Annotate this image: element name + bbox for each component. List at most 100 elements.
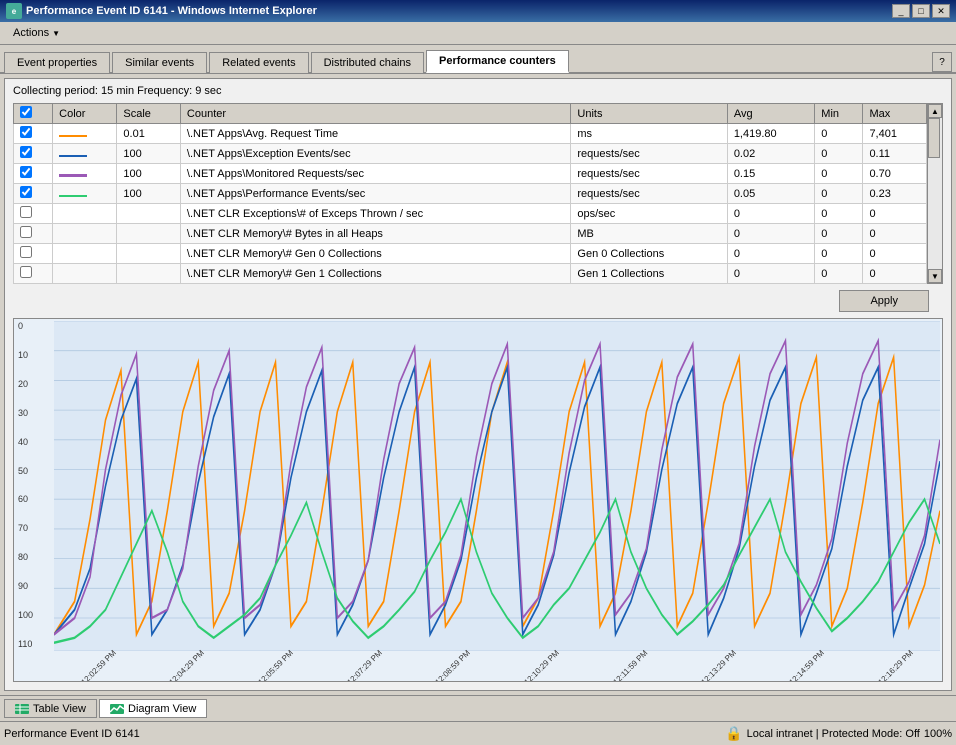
x-axis-label: 12:10:29 PM (522, 648, 560, 682)
security-icon: 🔒 (725, 725, 742, 742)
col-header-scale: Scale (117, 104, 181, 124)
counter-table: Color Scale Counter Units Avg Min Max 0.… (13, 103, 927, 284)
table-row: 100\.NET Apps\Exception Events/secreques… (14, 144, 927, 164)
row-checkbox-4[interactable] (20, 206, 32, 218)
scrollbar-thumb[interactable] (928, 118, 940, 158)
cell-avg-5: 0 (727, 224, 814, 244)
cell-max-2: 0.70 (863, 164, 927, 184)
row-checkbox-7[interactable] (20, 266, 32, 278)
table-row: 100\.NET Apps\Performance Events/secrequ… (14, 184, 927, 204)
close-button[interactable]: ✕ (932, 4, 950, 18)
cell-max-1: 0.11 (863, 144, 927, 164)
tab-event-properties[interactable]: Event properties (4, 52, 110, 73)
cell-avg-7: 0 (727, 264, 814, 284)
collecting-period: Collecting period: 15 min Frequency: 9 s… (5, 79, 951, 103)
color-swatch-3 (59, 195, 87, 197)
y-axis-label: 100 (18, 610, 50, 620)
table-row: 0.01\.NET Apps\Avg. Request Timems1,419.… (14, 124, 927, 144)
select-all-checkbox[interactable] (20, 106, 32, 118)
toolbar: Actions ▼ (0, 22, 956, 45)
table-row: 100\.NET Apps\Monitored Requests/secrequ… (14, 164, 927, 184)
apply-button[interactable]: Apply (839, 290, 929, 312)
cell-units-4: ops/sec (571, 204, 727, 224)
cell-scale-5 (117, 224, 181, 244)
window-controls[interactable]: _ □ ✕ (892, 4, 950, 18)
app-icon: e (6, 3, 22, 19)
title-bar: e Performance Event ID 6141 - Windows In… (0, 0, 956, 22)
row-checkbox-0[interactable] (20, 126, 32, 138)
tab-similar-events[interactable]: Similar events (112, 52, 207, 73)
cell-units-7: Gen 1 Collections (571, 264, 727, 284)
cell-avg-1: 0.02 (727, 144, 814, 164)
actions-button[interactable]: Actions ▼ (4, 24, 69, 42)
tab-event-properties-label: Event properties (17, 57, 97, 69)
chart-x-labels: 12:02:59 PM12:04:29 PM12:05:59 PM12:07:2… (54, 653, 940, 681)
tab-performance-counters-label: Performance counters (439, 55, 556, 67)
cell-max-5: 0 (863, 224, 927, 244)
x-axis-label: 12:07:29 PM (345, 648, 383, 682)
cell-units-6: Gen 0 Collections (571, 244, 727, 264)
tab-related-events[interactable]: Related events (209, 52, 308, 73)
cell-min-0: 0 (815, 124, 863, 144)
x-axis-label: 12:04:29 PM (168, 648, 206, 682)
row-checkbox-5[interactable] (20, 226, 32, 238)
y-axis-label: 10 (18, 350, 50, 360)
col-header-check (14, 104, 53, 124)
maximize-button[interactable]: □ (912, 4, 930, 18)
status-right: 🔒 Local intranet | Protected Mode: Off 1… (725, 725, 952, 742)
cell-avg-0: 1,419.80 (727, 124, 814, 144)
zoom-level: 100% (924, 728, 952, 740)
table-row: \.NET CLR Memory\# Gen 1 CollectionsGen … (14, 264, 927, 284)
x-axis-label: 12:13:29 PM (699, 648, 737, 682)
row-checkbox-2[interactable] (20, 166, 32, 178)
y-axis-label: 90 (18, 581, 50, 591)
cell-max-3: 0.23 (863, 184, 927, 204)
cell-max-4: 0 (863, 204, 927, 224)
cell-min-5: 0 (815, 224, 863, 244)
bottom-tab-diagram-view[interactable]: Diagram View (99, 699, 207, 718)
cell-min-7: 0 (815, 264, 863, 284)
x-axis-label: 12:11:59 PM (611, 648, 649, 682)
actions-label: Actions (13, 27, 49, 39)
tab-distributed-chains-label: Distributed chains (324, 57, 411, 69)
x-axis-label: 12:05:59 PM (256, 648, 294, 682)
y-axis-label: 50 (18, 466, 50, 476)
col-header-min: Min (815, 104, 863, 124)
table-wrapper: Color Scale Counter Units Avg Min Max 0.… (13, 103, 943, 284)
cell-max-7: 0 (863, 264, 927, 284)
help-button[interactable]: ? (932, 52, 952, 72)
y-axis-label: 20 (18, 379, 50, 389)
cell-scale-7 (117, 264, 181, 284)
cell-units-3: requests/sec (571, 184, 727, 204)
cell-scale-6 (117, 244, 181, 264)
table-scrollbar: ▲ ▼ (927, 103, 943, 284)
row-checkbox-1[interactable] (20, 146, 32, 158)
cell-min-1: 0 (815, 144, 863, 164)
table-row: \.NET CLR Memory\# Bytes in all HeapsMB0… (14, 224, 927, 244)
cell-units-0: ms (571, 124, 727, 144)
bottom-tab-table-view[interactable]: Table View (4, 699, 97, 718)
cell-counter-1: \.NET Apps\Exception Events/sec (180, 144, 570, 164)
tab-performance-counters[interactable]: Performance counters (426, 50, 569, 73)
x-axis-label: 12:14:59 PM (788, 648, 826, 682)
scrollbar-track (928, 118, 942, 269)
scroll-up-button[interactable]: ▲ (928, 104, 942, 118)
minimize-button[interactable]: _ (892, 4, 910, 18)
cell-min-6: 0 (815, 244, 863, 264)
cell-scale-3: 100 (117, 184, 181, 204)
scroll-down-button[interactable]: ▼ (928, 269, 942, 283)
table-scroll-area: Color Scale Counter Units Avg Min Max 0.… (13, 103, 927, 284)
tab-distributed-chains[interactable]: Distributed chains (311, 52, 424, 73)
row-checkbox-6[interactable] (20, 246, 32, 258)
y-axis-label: 110 (18, 639, 50, 649)
y-axis-label: 80 (18, 552, 50, 562)
cell-units-2: requests/sec (571, 164, 727, 184)
cell-avg-3: 0.05 (727, 184, 814, 204)
cell-scale-0: 0.01 (117, 124, 181, 144)
row-checkbox-3[interactable] (20, 186, 32, 198)
status-zone: Local intranet | Protected Mode: Off (747, 728, 920, 740)
col-header-color: Color (53, 104, 117, 124)
x-axis-label: 12:02:59 PM (79, 648, 117, 682)
cell-min-4: 0 (815, 204, 863, 224)
y-axis-label: 70 (18, 523, 50, 533)
